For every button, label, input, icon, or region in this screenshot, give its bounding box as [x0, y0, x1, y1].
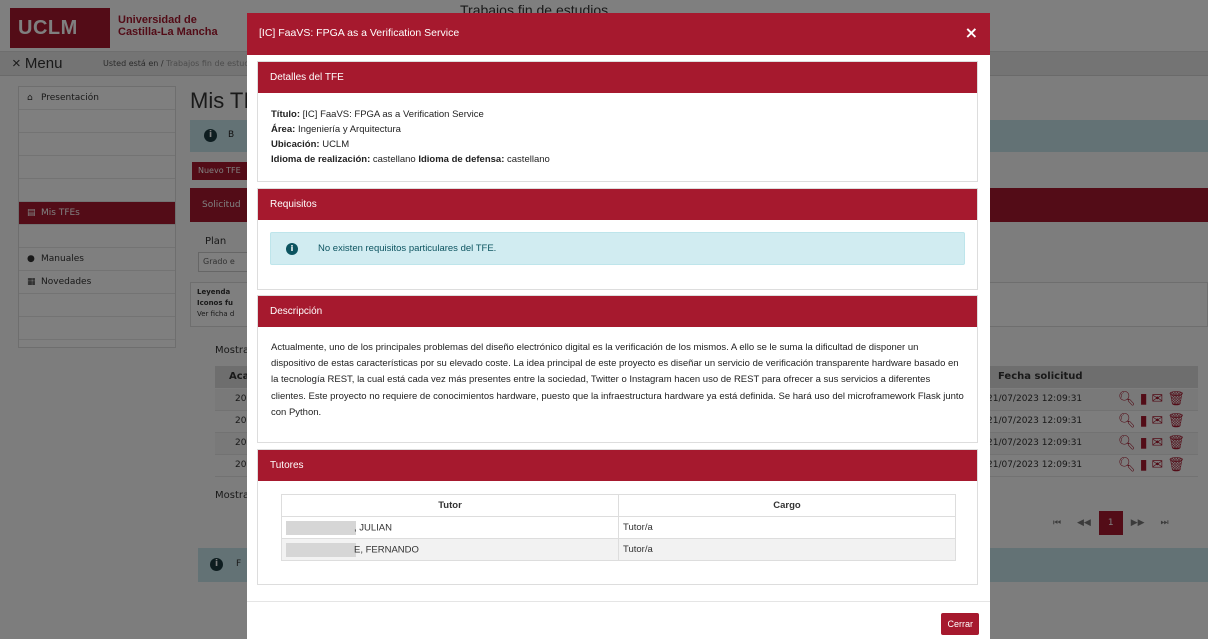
- tutors-card-header: Tutores: [258, 450, 977, 481]
- table-row: , JULIAN Tutor/a: [281, 516, 956, 539]
- description-text: Actualmente, uno de los principales prob…: [271, 342, 964, 418]
- tutor-name-cell: E, FERNANDO: [281, 538, 619, 561]
- table-row: E, FERNANDO Tutor/a: [281, 538, 956, 561]
- requirements-card-header: Requisitos: [258, 189, 977, 220]
- redacted-block: [286, 542, 356, 557]
- titulo-line: Título: [IC] FaaVS: FPGA as a Verificati…: [271, 109, 484, 120]
- requirements-card: Requisitos i No existen requisitos parti…: [257, 188, 978, 290]
- idioma-defensa-value: castellano: [507, 154, 550, 165]
- details-card: Detalles del TFE Título: [IC] FaaVS: FPG…: [257, 61, 978, 182]
- description-card: Descripción Actualmente, uno de los prin…: [257, 295, 978, 443]
- column-tutor: Tutor: [281, 494, 619, 517]
- requirements-alert: i No existen requisitos particulares del…: [270, 232, 965, 265]
- info-icon: i: [286, 243, 298, 255]
- close-button[interactable]: Cerrar: [941, 613, 979, 635]
- area-line: Área: Ingeniería y Arquitectura: [271, 124, 401, 135]
- column-cargo: Cargo: [618, 494, 956, 517]
- tutors-table: Tutor Cargo , JULIAN Tutor/a E, FERNANDO…: [281, 494, 956, 561]
- idioma-realizacion-value: castellano: [372, 154, 416, 165]
- modal-title: [IC] FaaVS: FPGA as a Verification Servi…: [259, 27, 460, 39]
- tutors-card: Tutores Tutor Cargo , JULIAN Tutor/a E, …: [257, 449, 978, 585]
- modal-footer: Cerrar: [247, 601, 990, 639]
- modal-header: [IC] FaaVS: FPGA as a Verification Servi…: [247, 13, 990, 55]
- idioma-line: Idioma de realización: castellano Idioma…: [271, 154, 550, 165]
- close-icon[interactable]: ×: [965, 25, 978, 41]
- area-value: Ingeniería y Arquitectura: [297, 124, 401, 135]
- cargo-cell: Tutor/a: [618, 538, 956, 561]
- redacted-block: [286, 520, 356, 535]
- tutors-table-header: Tutor Cargo: [281, 494, 956, 517]
- details-card-header: Detalles del TFE: [258, 62, 977, 93]
- description-card-header: Descripción: [258, 296, 977, 327]
- tutor-name-cell: , JULIAN: [281, 516, 619, 539]
- ubicacion-value: UCLM: [322, 139, 350, 150]
- cargo-cell: Tutor/a: [618, 516, 956, 539]
- tfe-detail-modal: [IC] FaaVS: FPGA as a Verification Servi…: [247, 13, 990, 639]
- titulo-value: [IC] FaaVS: FPGA as a Verification Servi…: [302, 109, 484, 120]
- requirements-alert-text: No existen requisitos particulares del T…: [318, 243, 497, 254]
- details-card-body: Título: [IC] FaaVS: FPGA as a Verificati…: [258, 93, 977, 181]
- ubicacion-line: Ubicación: UCLM: [271, 139, 350, 150]
